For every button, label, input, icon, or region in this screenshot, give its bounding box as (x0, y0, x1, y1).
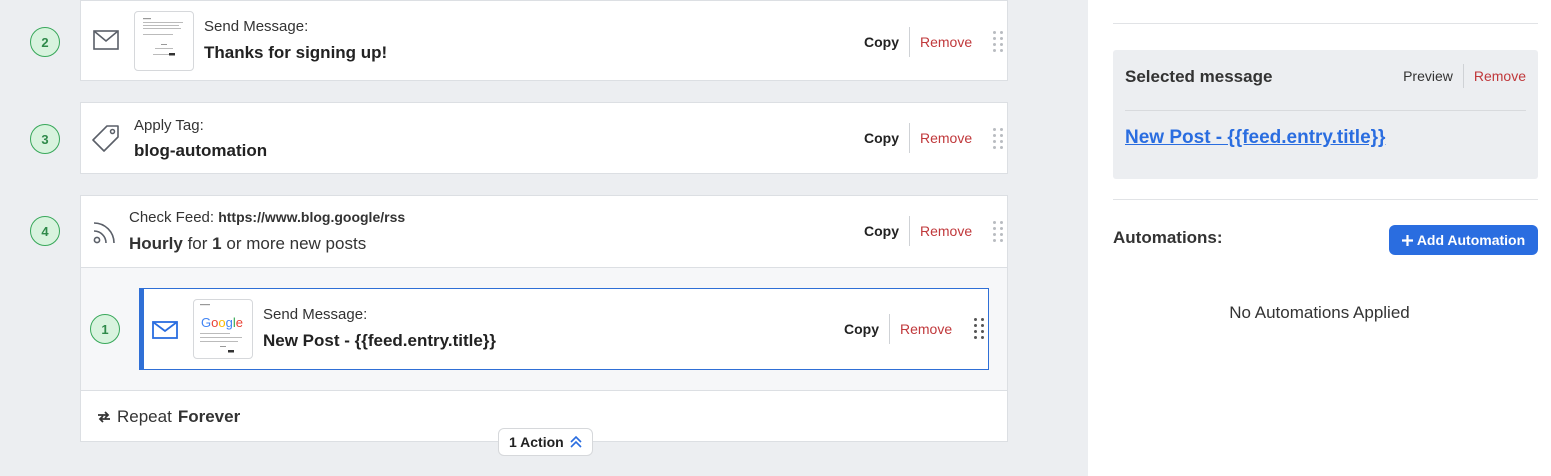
tag-name: blog-automation (134, 141, 268, 160)
add-automation-button[interactable]: Add Automation (1389, 225, 1538, 255)
copy-button[interactable]: Copy (844, 314, 890, 344)
divider (1125, 110, 1526, 111)
workflow-canvas: 2 Send Message: Thanks for signing up! C… (0, 0, 1088, 476)
step-actions: Copy Remove (864, 123, 972, 153)
step-number-badge: 1 (90, 314, 120, 344)
divider (1113, 23, 1538, 24)
step-actions: Copy Remove (844, 314, 952, 344)
message-thumbnail[interactable]: Google (193, 299, 253, 359)
feed-post-count: 1 (212, 234, 222, 253)
copy-button[interactable]: Copy (864, 27, 910, 57)
automations-title: Automations: (1113, 228, 1223, 247)
check-feed-label: Check Feed: (129, 209, 215, 226)
remove-button[interactable]: Remove (910, 123, 972, 153)
remove-button[interactable]: Remove (890, 314, 952, 344)
feed-frequency: Hourly (129, 234, 183, 253)
remove-button[interactable]: Remove (910, 27, 972, 57)
message-thumbnail[interactable] (134, 11, 194, 71)
selected-message-panel: Selected message Preview Remove New Post… (1113, 50, 1538, 179)
add-automation-label: Add Automation (1416, 232, 1526, 248)
remove-button[interactable]: Remove (910, 216, 972, 246)
step-actions: Copy Remove (864, 216, 972, 246)
selected-message-title: Selected message (1125, 67, 1273, 86)
feed-url: https://www.blog.google/rss (218, 209, 406, 225)
drag-handle-icon[interactable] (993, 31, 1003, 53)
action-count: 1 Action (509, 434, 564, 450)
copy-button[interactable]: Copy (864, 216, 910, 246)
step-label: Apply Tag: (134, 117, 204, 134)
step-label: Send Message: (263, 306, 368, 323)
tag-icon (91, 123, 121, 153)
repeat-text: Repeat Forever (97, 407, 240, 427)
feed-schedule: Hourly for 1 or more new posts (129, 234, 366, 254)
message-name: New Post - {{feed.entry.title}} (263, 331, 497, 350)
drag-handle-icon[interactable] (993, 221, 1003, 243)
step-card-apply-tag[interactable]: Apply Tag: blog-automation Copy Remove (80, 102, 1008, 174)
step-card-send-message-selected[interactable]: Google Send Message: New Post - {{feed.e… (139, 288, 989, 370)
envelope-icon (152, 319, 178, 341)
step-number-badge: 3 (30, 124, 60, 154)
collapse-actions-toggle[interactable]: 1 Action (498, 428, 593, 456)
message-name: Thanks for signing up! (204, 43, 388, 62)
feed-suffix: or more new posts (226, 234, 367, 253)
plus-icon (1401, 234, 1413, 246)
step-number-badge: 2 (30, 27, 60, 57)
drag-handle-icon[interactable] (993, 128, 1003, 150)
step-number-badge: 4 (30, 216, 60, 246)
step-label: Check Feed: https://www.blog.google/rss (129, 209, 405, 226)
google-logo: Google (201, 315, 243, 330)
divider (1113, 199, 1538, 200)
remove-button[interactable]: Remove (1464, 64, 1526, 88)
repeat-mode: Forever (177, 407, 241, 426)
copy-button[interactable]: Copy (864, 123, 910, 153)
selected-message-link[interactable]: New Post - {{feed.entry.title}} (1125, 127, 1385, 149)
envelope-icon (93, 29, 119, 51)
repeat-icon (98, 411, 110, 423)
repeat-prefix: Repeat (117, 407, 172, 426)
empty-state-text: No Automations Applied (1229, 303, 1410, 322)
step-label: Send Message: (204, 18, 309, 35)
preview-button[interactable]: Preview (1403, 64, 1464, 88)
step-card-check-feed[interactable]: Check Feed: https://www.blog.google/rss … (80, 195, 1008, 268)
feed-for-text: for (187, 234, 208, 253)
chevron-double-up-icon (570, 435, 582, 448)
rss-icon (91, 220, 117, 246)
step-actions: Copy Remove (864, 27, 972, 57)
selected-message-actions: Preview Remove (1403, 64, 1526, 88)
drag-handle-icon[interactable] (974, 318, 984, 340)
step-card-send-message[interactable]: Send Message: Thanks for signing up! Cop… (80, 0, 1008, 81)
details-sidebar: Selected message Preview Remove New Post… (1088, 0, 1551, 476)
